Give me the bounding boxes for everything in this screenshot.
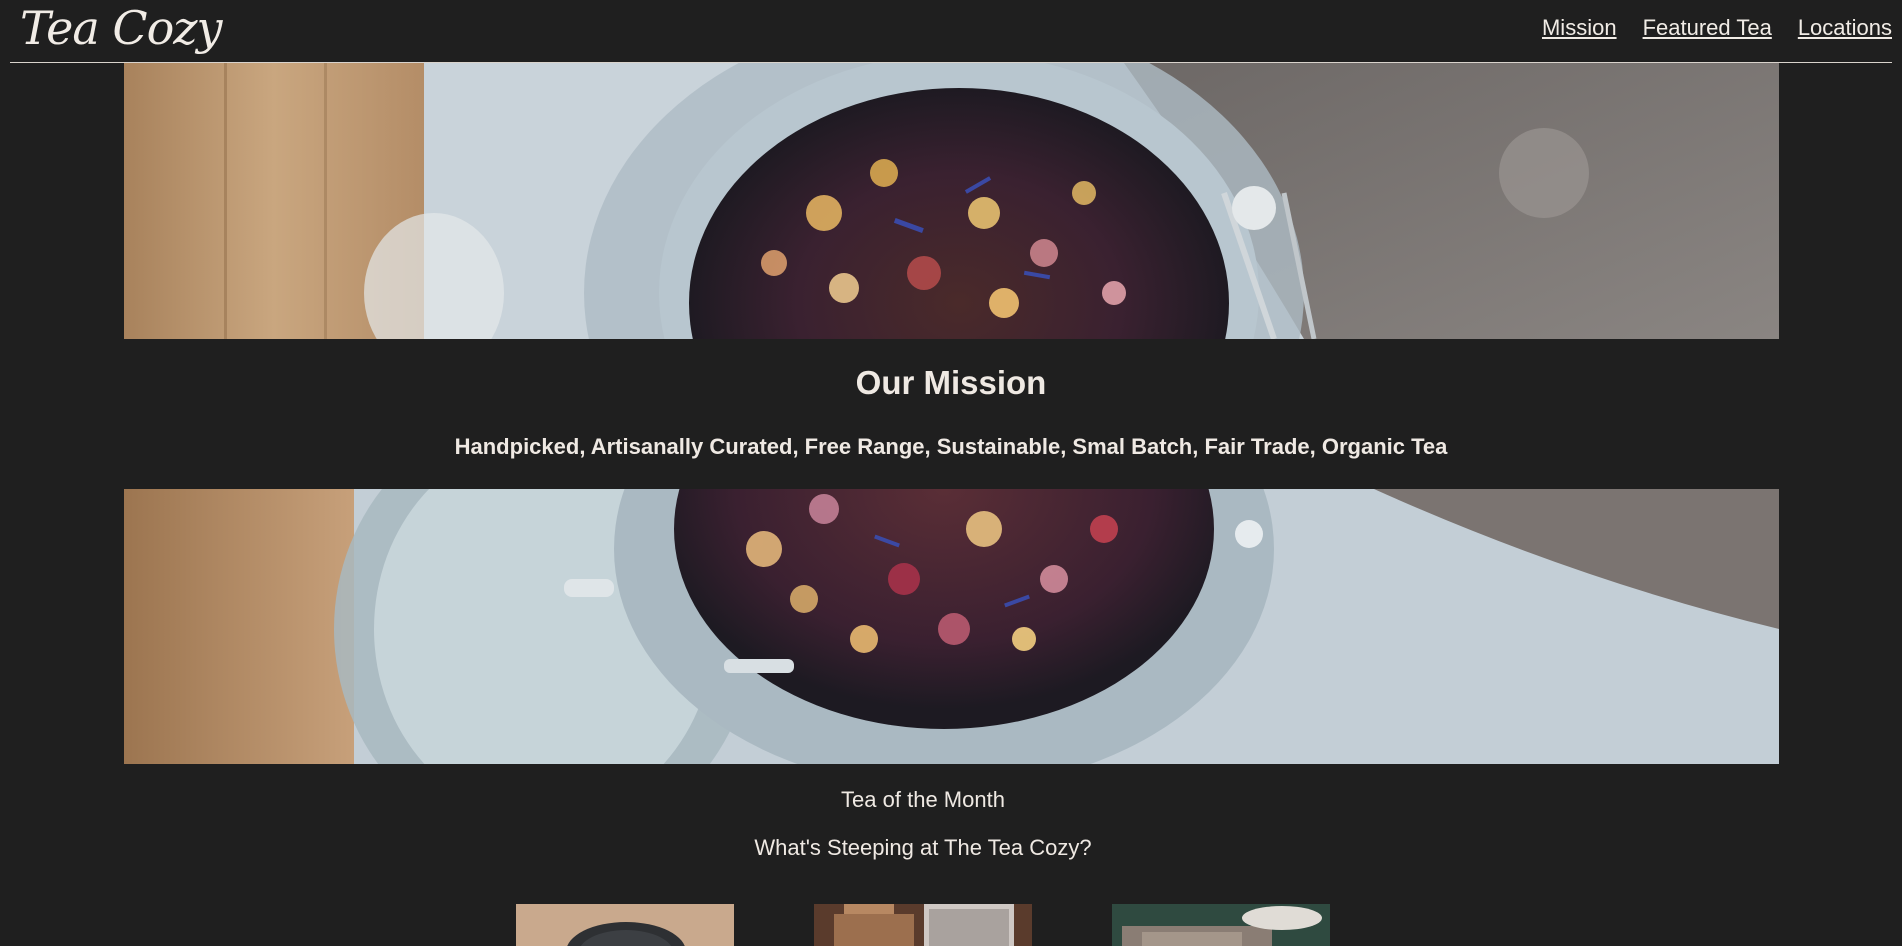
featured-tea-image-3[interactable] (1112, 904, 1330, 946)
nav-link-mission[interactable]: Mission (1542, 15, 1617, 41)
mission-heading: Our Mission (855, 364, 1047, 401)
nav-link-locations[interactable]: Locations (1798, 15, 1892, 41)
nav-link-featured-tea[interactable]: Featured Tea (1643, 15, 1772, 41)
featured-tea-image-1[interactable] (516, 904, 734, 946)
site-logo[interactable]: Tea Cozy (20, 0, 222, 62)
site-header: Tea Cozy Mission Featured Tea Locations (10, 0, 1892, 63)
tea-of-month-subheading: What's Steeping at The Tea Cozy? (754, 835, 1092, 860)
hero-image-tea-jar (124, 63, 1779, 339)
tea-of-month-heading: Tea of the Month (841, 787, 1005, 812)
mission-subheading: Handpicked, Artisanally Curated, Free Ra… (454, 434, 1448, 459)
main-nav: Mission Featured Tea Locations (1542, 15, 1892, 41)
featured-tea-image-2[interactable] (814, 904, 1032, 946)
mission-image-tea-jar (124, 489, 1779, 764)
